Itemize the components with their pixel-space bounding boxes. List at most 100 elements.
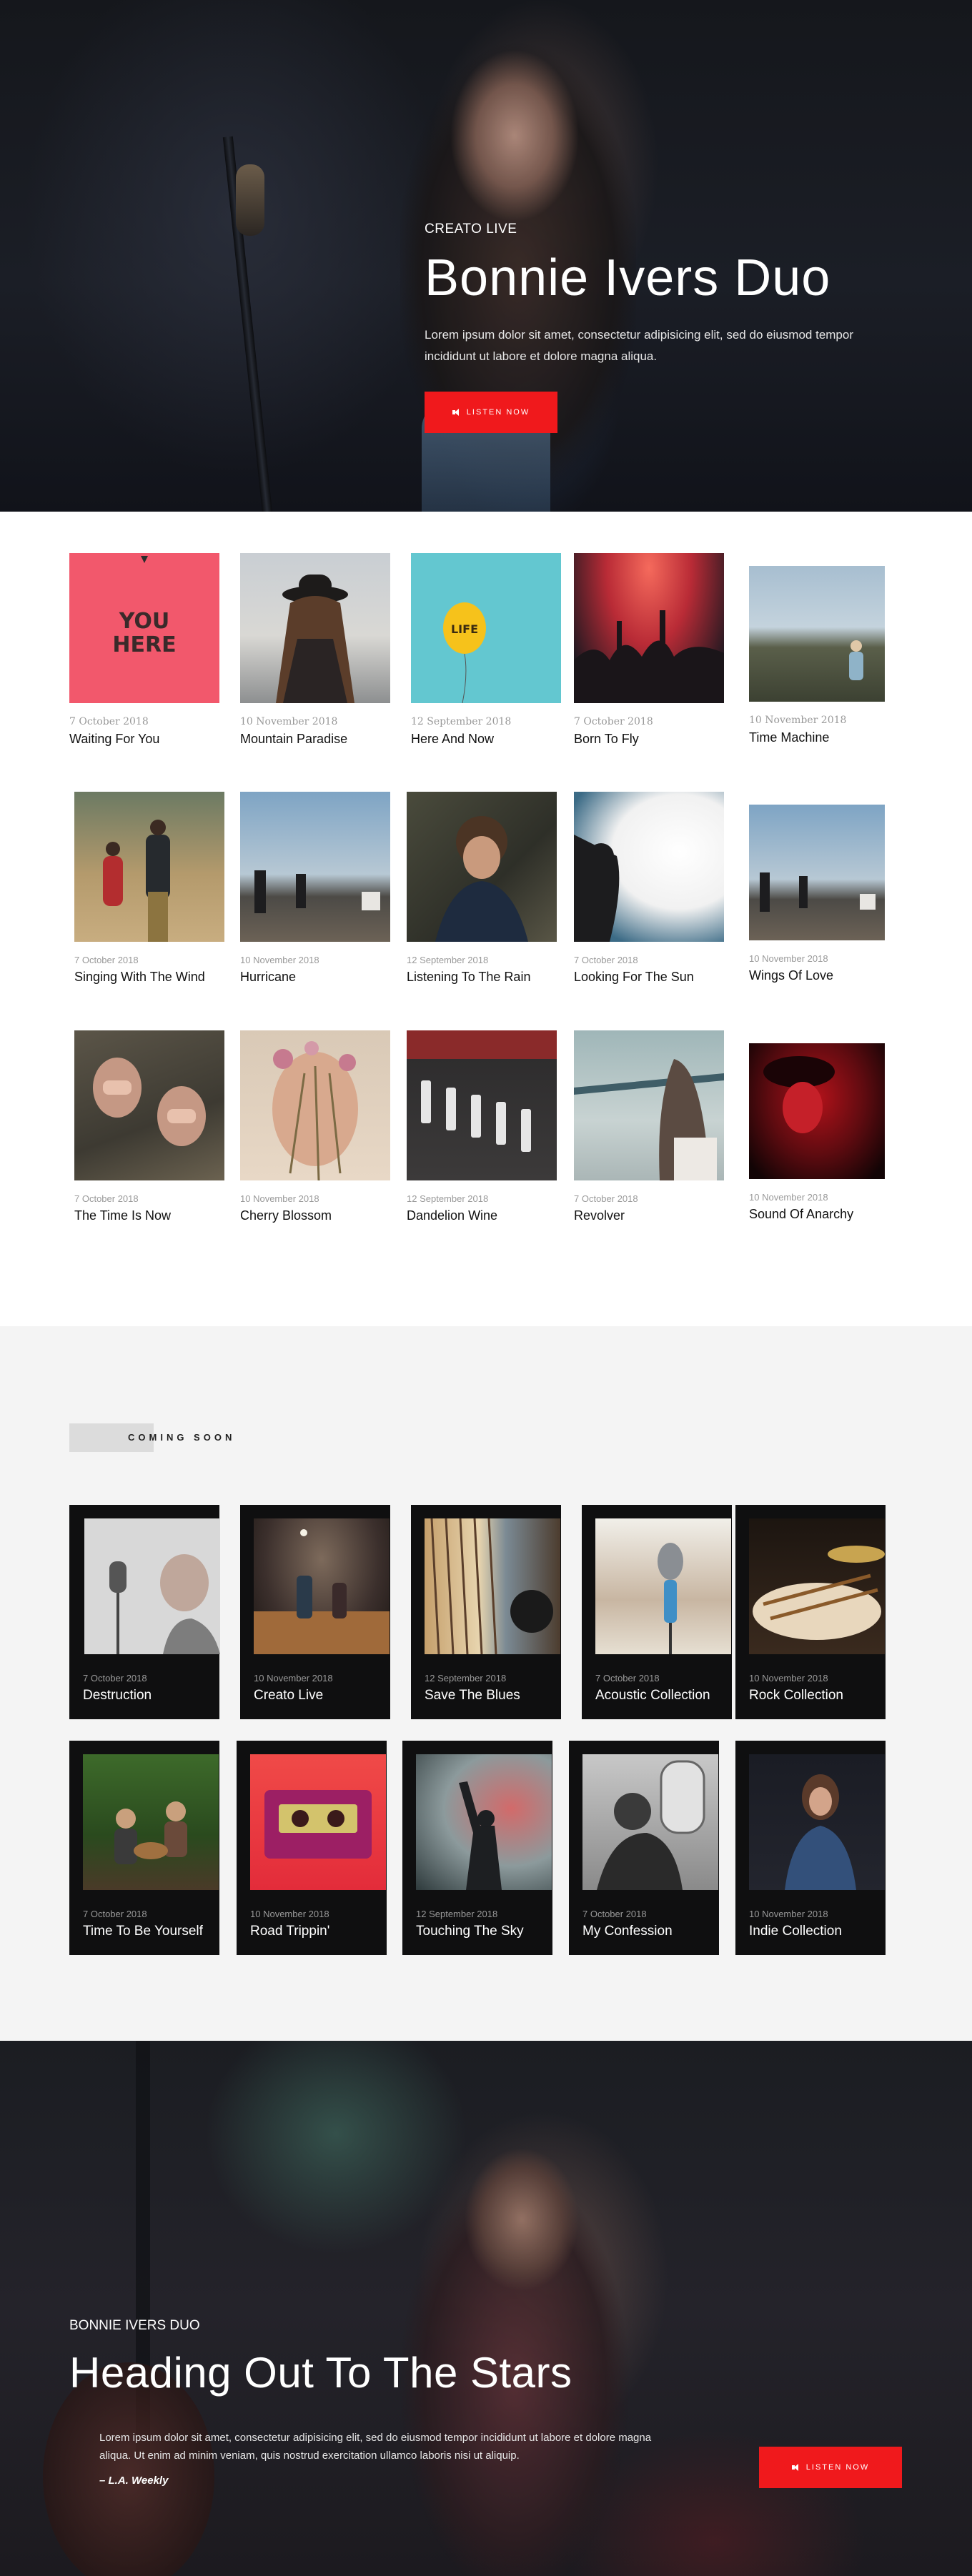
album-cover [749, 805, 885, 940]
boy-singing-microphone-image [109, 1554, 220, 1654]
feature-description: Lorem ipsum dolor sit amet, consectetur … [99, 2432, 652, 2462]
coming-soon-card[interactable]: 7 October 2018 My Confession [569, 1741, 719, 1955]
hero-listen-now-button[interactable]: LISTEN NOW [425, 392, 557, 433]
album-card[interactable]: 10 November 2018 Time Machine [749, 553, 899, 745]
album-card[interactable]: 10 November 2018 Hurricane [240, 792, 390, 985]
album-cover [595, 1518, 731, 1654]
album-cover [254, 1518, 390, 1654]
album-card[interactable]: YOU HERE 7 October 2018 Waiting For You [69, 553, 219, 747]
card-title[interactable]: Time To Be Yourself [83, 1924, 203, 1939]
coming-soon-card[interactable]: 10 November 2018 Road Trippin' [237, 1741, 387, 1955]
album-title[interactable]: Mountain Paradise [240, 732, 390, 747]
feature-listen-now-button[interactable]: LISTEN NOW [759, 2447, 902, 2488]
card-title[interactable]: Save The Blues [425, 1688, 520, 1704]
album-cover [416, 1754, 552, 1890]
album-cover [240, 792, 390, 942]
album-title[interactable]: Looking For The Sun [574, 970, 724, 985]
card-title[interactable]: Road Trippin' [250, 1924, 329, 1939]
card-title[interactable]: Indie Collection [749, 1924, 842, 1939]
album-card[interactable]: 10 November 2018 Wings Of Love [749, 792, 899, 983]
speaker-icon [452, 409, 460, 416]
woman-hat-image [276, 575, 354, 703]
album-card[interactable]: 12 September 2018 Listening To The Rain [407, 792, 557, 985]
vinyl-records-image [430, 1518, 553, 1654]
man-with-smoke-image [574, 835, 620, 942]
album-card[interactable]: 10 November 2018 Sound Of Anarchy [749, 1030, 899, 1222]
album-card[interactable]: 10 November 2018 Mountain Paradise [240, 553, 390, 747]
card-date: 10 November 2018 [749, 1673, 828, 1684]
album-card[interactable]: 7 October 2018 Revolver [574, 1030, 724, 1223]
coming-soon-card[interactable]: 12 September 2018 Touching The Sky [402, 1741, 552, 1955]
album-title[interactable]: Time Machine [749, 730, 899, 745]
album-title[interactable]: Revolver [574, 1208, 724, 1223]
feature-eyebrow: BONNIE IVERS DUO [69, 2318, 200, 2333]
feature-listen-now-label: LISTEN NOW [805, 2463, 870, 2472]
album-cover [749, 1518, 885, 1654]
card-date: 7 October 2018 [83, 1673, 147, 1684]
album-date: 7 October 2018 [69, 716, 149, 727]
feature-title: Heading Out To The Stars [69, 2349, 572, 2397]
album-date: 7 October 2018 [574, 716, 653, 727]
person-red-light-image [763, 1056, 835, 1133]
album-cover [749, 1754, 885, 1890]
card-date: 10 November 2018 [749, 1909, 828, 1919]
card-title[interactable]: Touching The Sky [416, 1924, 524, 1939]
child-on-hill-image [849, 640, 863, 680]
blindfolded-woman-image [574, 1059, 724, 1180]
card-title[interactable]: Creato Live [254, 1688, 323, 1704]
coming-soon-card[interactable]: 10 November 2018 Creato Live [240, 1505, 390, 1719]
album-title[interactable]: Dandelion Wine [407, 1208, 557, 1223]
coming-soon-card[interactable]: 7 October 2018 Destruction [69, 1505, 220, 1719]
card-date: 7 October 2018 [595, 1673, 660, 1684]
album-cover [574, 553, 724, 703]
album-title[interactable]: Singing With The Wind [74, 970, 224, 985]
people-on-beach-image [760, 872, 876, 912]
coming-soon-card[interactable]: 12 September 2018 Save The Blues [411, 1505, 561, 1719]
album-card[interactable]: 10 November 2018 Cherry Blossom [240, 1030, 390, 1223]
coming-soon-card[interactable]: 7 October 2018 Acoustic Collection [582, 1505, 732, 1719]
album-title[interactable]: Listening To The Rain [407, 970, 557, 985]
hero-section: CREATO LIVE Bonnie Ivers Duo Lorem ipsum… [0, 0, 972, 512]
coming-soon-card[interactable]: 7 October 2018 Time To Be Yourself [69, 1741, 219, 1955]
album-title[interactable]: Wings Of Love [749, 968, 899, 983]
album-cover [407, 1030, 557, 1180]
album-title[interactable]: Hurricane [240, 970, 390, 985]
card-title[interactable]: Destruction [83, 1688, 152, 1704]
album-card[interactable]: 7 October 2018 Looking For The Sun [574, 792, 724, 985]
album-title[interactable]: Sound Of Anarchy [749, 1207, 899, 1222]
album-date: 7 October 2018 [74, 1193, 139, 1204]
album-card[interactable]: LIFE 12 September 2018 Here And Now [411, 553, 561, 747]
album-title[interactable]: Cherry Blossom [240, 1208, 390, 1223]
feature-section: BONNIE IVERS DUO Heading Out To The Star… [0, 2041, 972, 2576]
album-cover [250, 1754, 386, 1890]
album-title[interactable]: Waiting For You [69, 732, 219, 747]
card-title[interactable]: Rock Collection [749, 1688, 843, 1704]
album-date: 10 November 2018 [240, 716, 338, 727]
album-cover [574, 1030, 724, 1180]
card-title[interactable]: Acoustic Collection [595, 1688, 710, 1704]
album-card[interactable]: 7 October 2018 Singing With The Wind [74, 792, 224, 985]
album-title[interactable]: Born To Fly [574, 732, 724, 747]
coming-soon-card[interactable]: 10 November 2018 Indie Collection [735, 1741, 886, 1955]
album-date: 10 November 2018 [749, 1192, 828, 1203]
album-date: 10 November 2018 [749, 953, 828, 964]
album-card[interactable]: 7 October 2018 Born To Fly [574, 553, 724, 747]
album-cover [407, 792, 557, 942]
albums-grid: YOU HERE 7 October 2018 Waiting For You … [0, 512, 972, 1326]
card-title[interactable]: My Confession [582, 1924, 673, 1939]
man-reaching-sky-image [459, 1781, 502, 1890]
women-covering-faces-image [93, 1058, 206, 1146]
album-date: 12 September 2018 [407, 1193, 489, 1204]
band-on-stage-image [254, 1529, 390, 1654]
coming-soon-card[interactable]: 10 November 2018 Rock Collection [735, 1505, 886, 1719]
woman-with-flowers-image [272, 1041, 358, 1180]
album-card[interactable]: 7 October 2018 The Time Is Now [74, 1030, 224, 1223]
album-title[interactable]: Here And Now [411, 732, 561, 747]
album-cover [574, 792, 724, 942]
quote-source: – L.A. Weekly [99, 2475, 169, 2487]
card-date: 10 November 2018 [250, 1909, 329, 1919]
album-date: 7 October 2018 [74, 955, 139, 965]
hero-content: CREATO LIVE Bonnie Ivers Duo Lorem ipsum… [425, 222, 896, 433]
album-card[interactable]: 12 September 2018 Dandelion Wine [407, 1030, 557, 1223]
album-title[interactable]: The Time Is Now [74, 1208, 224, 1223]
